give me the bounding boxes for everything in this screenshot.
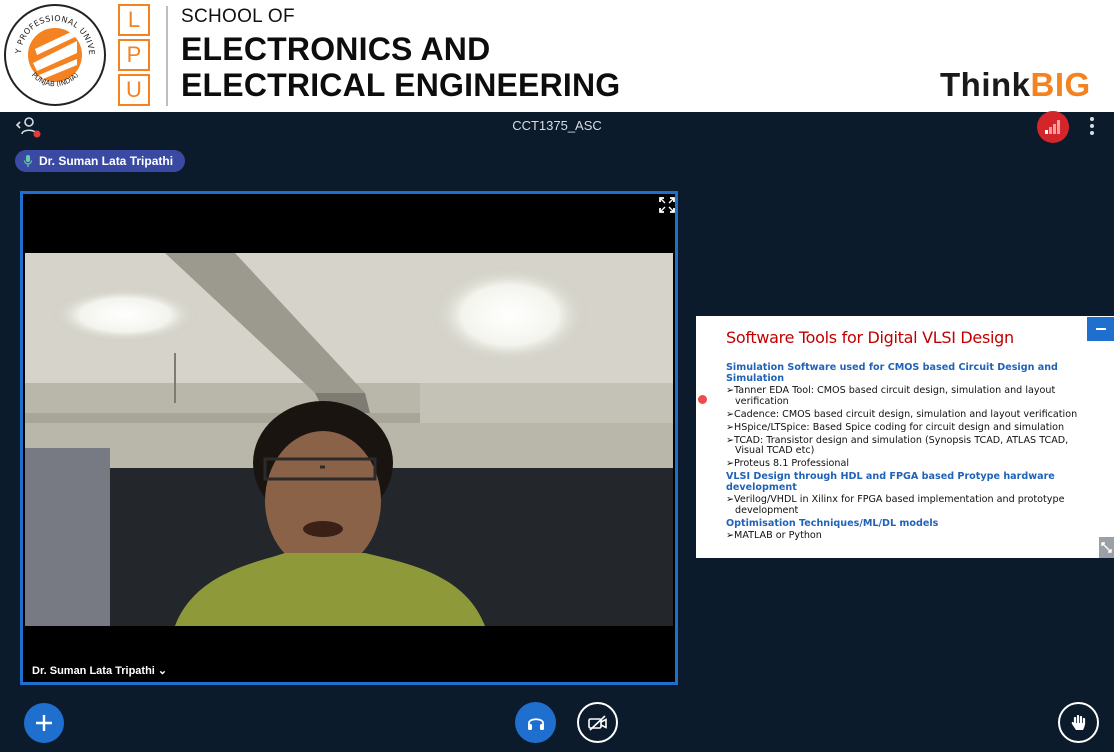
lpu-letter-p: P [118,39,150,71]
resize-content-handle[interactable] [1099,537,1114,558]
school-name-line-1: ELECTRONICS AND [181,31,491,67]
slide-bullet: ➢TCAD: Transistor design and simulation … [726,434,1069,456]
talking-indicator[interactable]: Dr. Suman Lata Tripathi [15,150,186,172]
lpu-letter-u: U [118,74,150,106]
add-menu-button[interactable] [24,703,64,743]
slide-bullet: ➢Proteus 8.1 Professional [726,458,850,469]
slide-bullet: ➢MATLAB or Python [726,530,822,541]
raise-hand-icon [1071,714,1085,730]
slide-section-heading: Optimisation Techniques/ML/DL models [726,517,939,529]
vertical-dots-icon [1090,117,1094,121]
video-button[interactable] [577,702,618,743]
session-title: CCT1375_ASC [512,118,602,133]
webcam-video-feed [25,253,673,626]
big-text: BIG [1030,66,1091,103]
school-name: ELECTRONICS AND ELECTRICAL ENGINEERING [181,31,620,103]
presenter-pointer-dot [698,395,707,404]
session-menu-button[interactable] [1082,115,1102,137]
shared-content-slide[interactable]: Software Tools for Digital VLSI Design S… [696,316,1114,558]
school-name-line-2: ELECTRICAL ENGINEERING [181,67,621,103]
school-banner: LOVELY PROFESSIONAL UNIVERSITY PUNJAB (I… [0,0,1114,112]
expand-arrows-icon[interactable] [659,197,675,213]
slide-section-heading: Simulation Software used for CMOS based … [726,362,1058,384]
lpu-seal-logo: LOVELY PROFESSIONAL UNIVERSITY PUNJAB (I… [3,3,106,106]
slide-section-heading: VLSI Design through HDL and FPGA based P… [726,471,1055,493]
minus-icon [1095,328,1106,330]
webcam-video-tile[interactable]: Dr. Suman Lata Tripathi ⌄ [20,191,678,685]
raise-hand-button[interactable] [1058,702,1099,743]
camera-off-icon [587,714,607,731]
resize-arrows-icon [1101,542,1112,553]
banner-divider [166,6,168,106]
slide-bullet: ➢Cadence: CMOS based circuit design, sim… [726,408,1078,420]
webcam-name-label[interactable]: Dr. Suman Lata Tripathi ⌄ [32,664,167,677]
slide-bullet: ➢HSpice/LTSpice: Based Spice coding for … [726,421,1065,433]
think-text: Think [940,66,1031,103]
headphones-icon [527,717,544,730]
lpu-letter-logo: L P U [118,4,150,109]
minimize-content-button[interactable] [1087,317,1114,341]
think-big-logo: ThinkBIG [940,66,1091,104]
slide-body: Simulation Software used for CMOS based … [726,361,1096,544]
talking-indicator-name: Dr. Suman Lata Tripathi [39,154,174,168]
slide-bullet: ➢Tanner EDA Tool: CMOS based circuit des… [726,385,1056,407]
signal-bars-icon [1045,120,1060,134]
chevron-down-icon: ⌄ [157,665,168,677]
connection-status-button[interactable] [1037,111,1069,143]
slide-title: Software Tools for Digital VLSI Design [726,328,1014,347]
slide-bullet: ➢Verilog/VHDL in Xilinx for FPGA based i… [726,494,1065,516]
audio-button[interactable] [515,702,556,743]
webcam-name: Dr. Suman Lata Tripathi [32,665,155,677]
microphone-icon [23,155,33,167]
lpu-letter-l: L [118,4,150,36]
plus-icon [36,715,52,731]
school-of-label: SCHOOL OF [181,6,295,27]
